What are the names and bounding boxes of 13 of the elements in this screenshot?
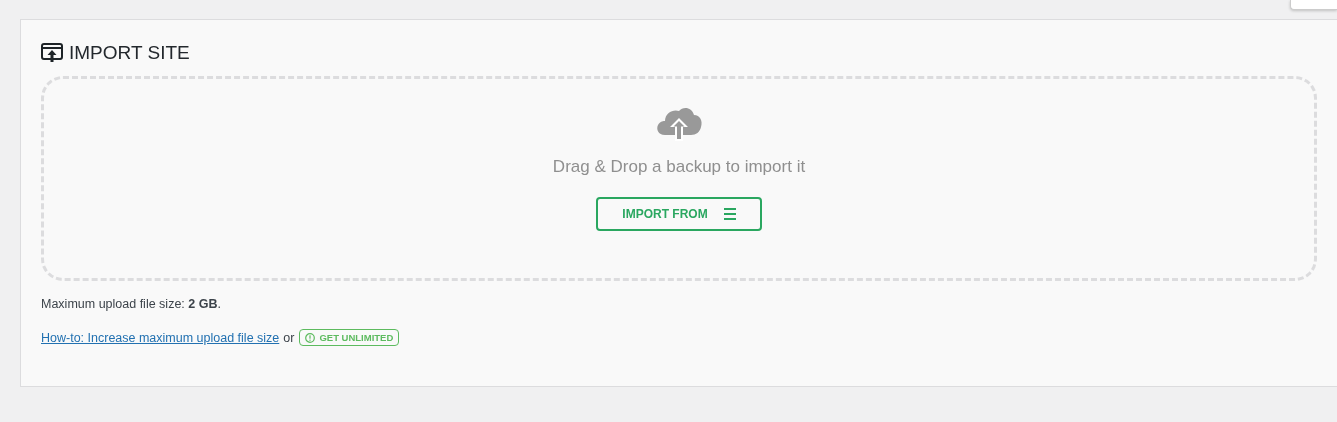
or-text: or [283,330,295,345]
alert-icon [305,332,316,343]
menu-icon [723,208,736,220]
drop-zone[interactable]: Drag & Drop a backup to import it IMPORT FROM [41,76,1317,281]
panel-title: IMPORT SITE [69,42,190,64]
upload-limit-note: Maximum upload file size: 2 GB. [41,297,222,311]
drop-message: Drag & Drop a backup to import it [552,157,806,177]
import-from-button[interactable]: IMPORT FROM [596,197,762,231]
popup-edge [1290,0,1337,10]
get-unlimited-badge[interactable]: GET UNLIMITED [299,329,400,346]
cloud-upload-icon [655,105,703,143]
import-window-icon [41,43,63,63]
how-to-link[interactable]: How-to: Increase maximum upload file size [41,330,280,345]
